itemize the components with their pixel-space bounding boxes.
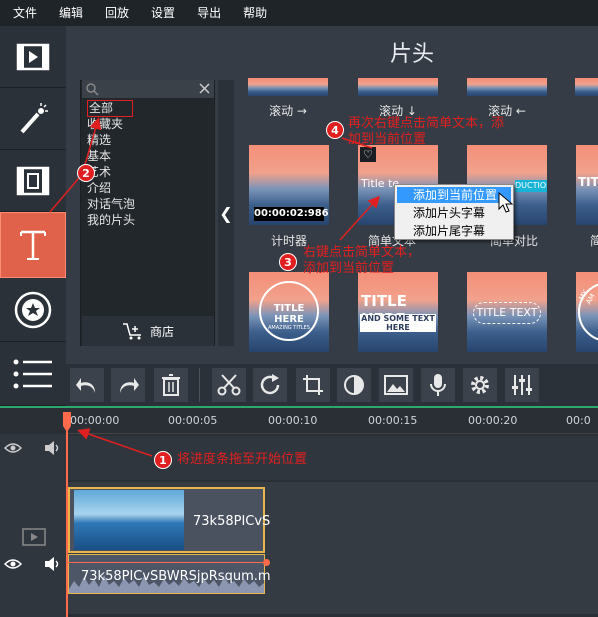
annotation-text: 再次右键点击简单文本，添 — [348, 116, 505, 131]
annotation-badge: 1 — [154, 451, 172, 469]
annotation-text: 右键点击简单文本， — [303, 245, 421, 260]
annotation-text: 添加到当前位置 — [303, 261, 395, 276]
annotation-badge: 4 — [326, 121, 344, 139]
annotation-badge: 2 — [77, 164, 95, 182]
annotation-text: 将进度条拖至开始位置 — [177, 452, 308, 467]
annotation-arrows — [49, 117, 381, 457]
annotation-text: 加到当前位置 — [348, 132, 427, 147]
annotation-badge: 3 — [279, 253, 297, 271]
